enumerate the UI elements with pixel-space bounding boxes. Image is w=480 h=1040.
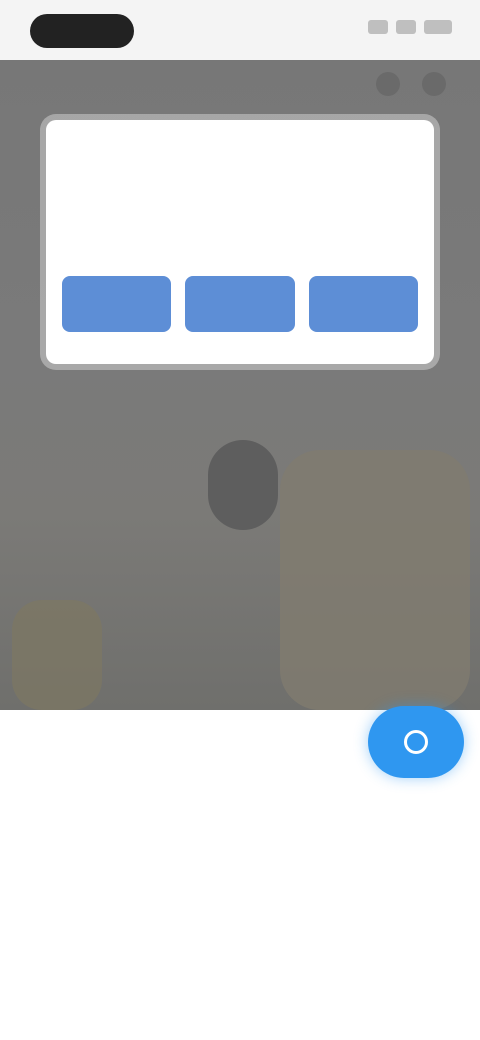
signal-icon — [368, 20, 388, 34]
bottom-panel — [0, 706, 480, 1040]
status-bar — [0, 0, 480, 60]
dialog-button-row — [62, 276, 418, 332]
flash-icon[interactable] — [376, 72, 400, 96]
preview-object — [208, 440, 278, 530]
app-screen — [0, 0, 480, 1040]
preview-object — [280, 450, 470, 710]
shutter-button[interactable] — [368, 706, 464, 778]
camera-toolbar — [0, 60, 480, 108]
status-icons — [368, 20, 452, 34]
preview-object — [12, 600, 102, 710]
dialog-button-2[interactable] — [185, 276, 295, 332]
battery-icon — [424, 20, 452, 34]
mode-selector — [0, 886, 480, 926]
wifi-icon — [396, 20, 416, 34]
dialog-button-1[interactable] — [62, 276, 172, 332]
dialog-button-3[interactable] — [308, 276, 418, 332]
status-time — [30, 14, 134, 48]
camera-icon — [404, 730, 428, 754]
permission-dialog — [46, 120, 434, 364]
settings-icon[interactable] — [422, 72, 446, 96]
